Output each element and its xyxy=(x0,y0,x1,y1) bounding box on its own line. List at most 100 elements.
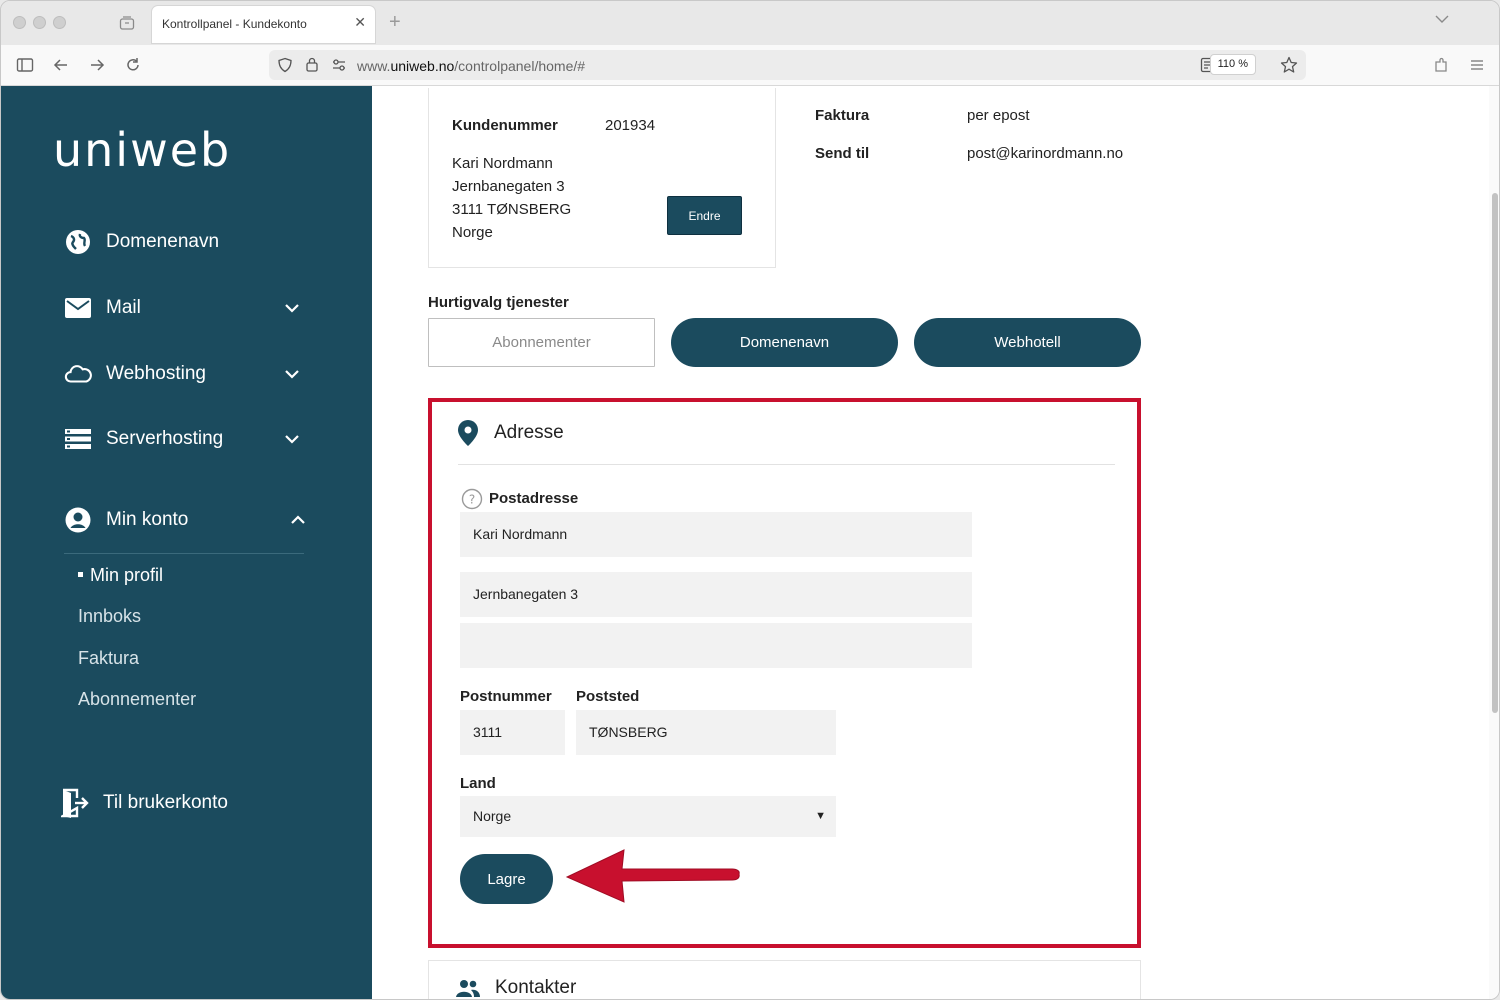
customer-address-line: Norge xyxy=(452,224,493,241)
sidebar-item-serverhosting[interactable]: Serverhosting xyxy=(64,423,309,455)
faktura-label: Faktura xyxy=(815,107,870,124)
user-circle-icon xyxy=(64,506,92,534)
browser-tab[interactable]: Kontrollpanel - Kundekonto ✕ xyxy=(152,6,375,43)
sidebar-item-webhosting[interactable]: Webhosting xyxy=(64,358,309,390)
sidebar-item-label: Mail xyxy=(106,297,141,318)
sidebar-item-min-konto[interactable]: Min konto xyxy=(64,504,309,536)
poststed-input[interactable]: TØNSBERG xyxy=(576,710,836,755)
map-pin-icon xyxy=(458,420,478,446)
submenu-item-label: Min profil xyxy=(90,565,164,585)
envelope-icon xyxy=(64,294,92,322)
edit-button[interactable]: Endre xyxy=(667,196,742,235)
logo-text: uniweb xyxy=(53,126,231,176)
submenu-item-innboks[interactable]: Innboks xyxy=(78,606,141,627)
sidebar-item-til-brukerkonto[interactable]: Til brukerkonto xyxy=(61,787,306,819)
people-icon xyxy=(456,980,480,997)
url-text[interactable]: www.uniweb.no/controlpanel/home/# xyxy=(357,58,585,74)
address-line3-input[interactable] xyxy=(460,623,972,668)
submenu-item-abonnementer[interactable]: Abonnementer xyxy=(78,689,196,710)
url-path: /controlpanel/home/# xyxy=(454,58,586,74)
tab-close-icon[interactable]: ✕ xyxy=(354,14,366,31)
shield-icon[interactable] xyxy=(277,57,293,73)
zoom-level[interactable]: 110 % xyxy=(1209,54,1256,75)
address-line1-input[interactable]: Kari Nordmann xyxy=(460,512,972,557)
customer-number: 201934 xyxy=(605,117,656,134)
chevron-down-icon[interactable] xyxy=(283,365,301,383)
sidebar-item-domenenavn[interactable]: Domenenavn xyxy=(64,226,309,258)
sidebar-item-label: Min konto xyxy=(106,509,189,530)
contacts-title: Kontakter xyxy=(495,977,577,998)
minimize-window-button[interactable] xyxy=(33,16,46,29)
url-bar[interactable]: www.uniweb.no/controlpanel/home/# 110 % xyxy=(269,50,1306,80)
address-line2-input[interactable]: Jernbanegaten 3 xyxy=(460,572,972,617)
active-bullet xyxy=(78,571,83,577)
address-section: Adresse ? Postadresse Kari Nordmann Jern… xyxy=(428,398,1141,948)
country-select-value: Norge xyxy=(473,808,512,824)
close-window-button[interactable] xyxy=(13,16,26,29)
exit-door-icon xyxy=(61,788,89,818)
sidebar: uniweb Domenenavn Mail Webhosting Server… xyxy=(1,86,372,999)
tab-list-chevron-icon[interactable] xyxy=(1435,14,1449,24)
address-divider xyxy=(458,464,1115,465)
zoom-window-button[interactable] xyxy=(53,16,66,29)
bookmark-star-icon[interactable] xyxy=(1280,56,1298,74)
customer-number-label: Kundenummer xyxy=(452,117,558,134)
sidebar-item-mail[interactable]: Mail xyxy=(64,292,309,324)
quick-abonnementer-button[interactable]: Abonnementer xyxy=(428,318,655,367)
lock-icon[interactable] xyxy=(305,56,319,73)
url-domain: uniweb.no xyxy=(390,58,455,74)
sidebar-item-label: Webhosting xyxy=(106,363,206,384)
select-arrow-icon: ▼ xyxy=(815,810,826,822)
sidebar-toggle-icon[interactable] xyxy=(16,56,34,74)
submenu-item-label: Abonnementer xyxy=(78,689,197,709)
site-permissions-icon[interactable] xyxy=(331,58,347,72)
extensions-icon[interactable] xyxy=(1432,56,1450,74)
send-til-label: Send til xyxy=(815,145,870,162)
chevron-down-icon[interactable] xyxy=(283,430,301,448)
submenu-item-min-profil[interactable]: Min profil xyxy=(78,565,163,586)
menu-icon[interactable] xyxy=(1468,56,1486,74)
chevron-up-icon[interactable] xyxy=(289,511,307,529)
tab-title: Kontrollpanel - Kundekonto xyxy=(162,17,307,31)
cloud-icon xyxy=(64,360,92,388)
customer-address-line: 3111 TØNSBERG xyxy=(452,201,572,218)
contacts-header: Kontakter xyxy=(455,977,576,999)
forward-arrow-icon[interactable] xyxy=(88,56,106,74)
sidebar-item-label: Serverhosting xyxy=(106,428,224,449)
reload-icon[interactable] xyxy=(124,56,142,74)
tab-overview-icon[interactable] xyxy=(119,15,135,31)
address-title: Adresse xyxy=(494,422,564,443)
annotation-arrow xyxy=(565,849,740,903)
contacts-section: Kontakter xyxy=(428,960,1141,999)
poststed-label: Poststed xyxy=(576,688,640,705)
faktura-value: per epost xyxy=(967,107,1030,124)
customer-card: Kundenummer 201934 Kari Nordmann Jernban… xyxy=(428,88,776,268)
submenu-item-label: Faktura xyxy=(78,648,140,668)
postnummer-label: Postnummer xyxy=(460,688,552,705)
url-prefix: www. xyxy=(357,58,391,74)
svg-text:?: ? xyxy=(469,493,475,507)
country-label: Land xyxy=(460,775,496,792)
quick-domenenavn-button[interactable]: Domenenavn xyxy=(671,318,898,367)
new-tab-icon[interactable]: + xyxy=(389,11,401,34)
server-icon xyxy=(64,425,92,453)
page-scrollbar[interactable] xyxy=(1489,86,1499,999)
quick-webhotell-button[interactable]: Webhotell xyxy=(914,318,1141,367)
back-arrow-icon[interactable] xyxy=(52,56,70,74)
sidebar-item-label: Domenenavn xyxy=(106,231,220,252)
uniweb-logo[interactable]: uniweb xyxy=(53,126,303,176)
globe-icon xyxy=(64,228,92,256)
save-button[interactable]: Lagre xyxy=(460,854,553,904)
sidebar-footer-link-label: Til brukerkonto xyxy=(103,792,228,813)
customer-address-line: Kari Nordmann xyxy=(452,155,553,172)
submenu-item-faktura[interactable]: Faktura xyxy=(78,648,139,669)
navigation-bar: www.uniweb.no/controlpanel/home/# 110 % xyxy=(1,45,1499,86)
chevron-down-icon[interactable] xyxy=(283,299,301,317)
country-select[interactable]: Norge ▼ xyxy=(460,796,836,837)
help-icon[interactable]: ? xyxy=(461,488,483,510)
scrollbar-thumb[interactable] xyxy=(1492,193,1498,713)
postnummer-input[interactable]: 3111 xyxy=(460,710,565,755)
address-header: Adresse xyxy=(458,420,564,446)
postal-address-label: Postadresse xyxy=(489,490,579,507)
submenu-divider xyxy=(64,553,304,554)
